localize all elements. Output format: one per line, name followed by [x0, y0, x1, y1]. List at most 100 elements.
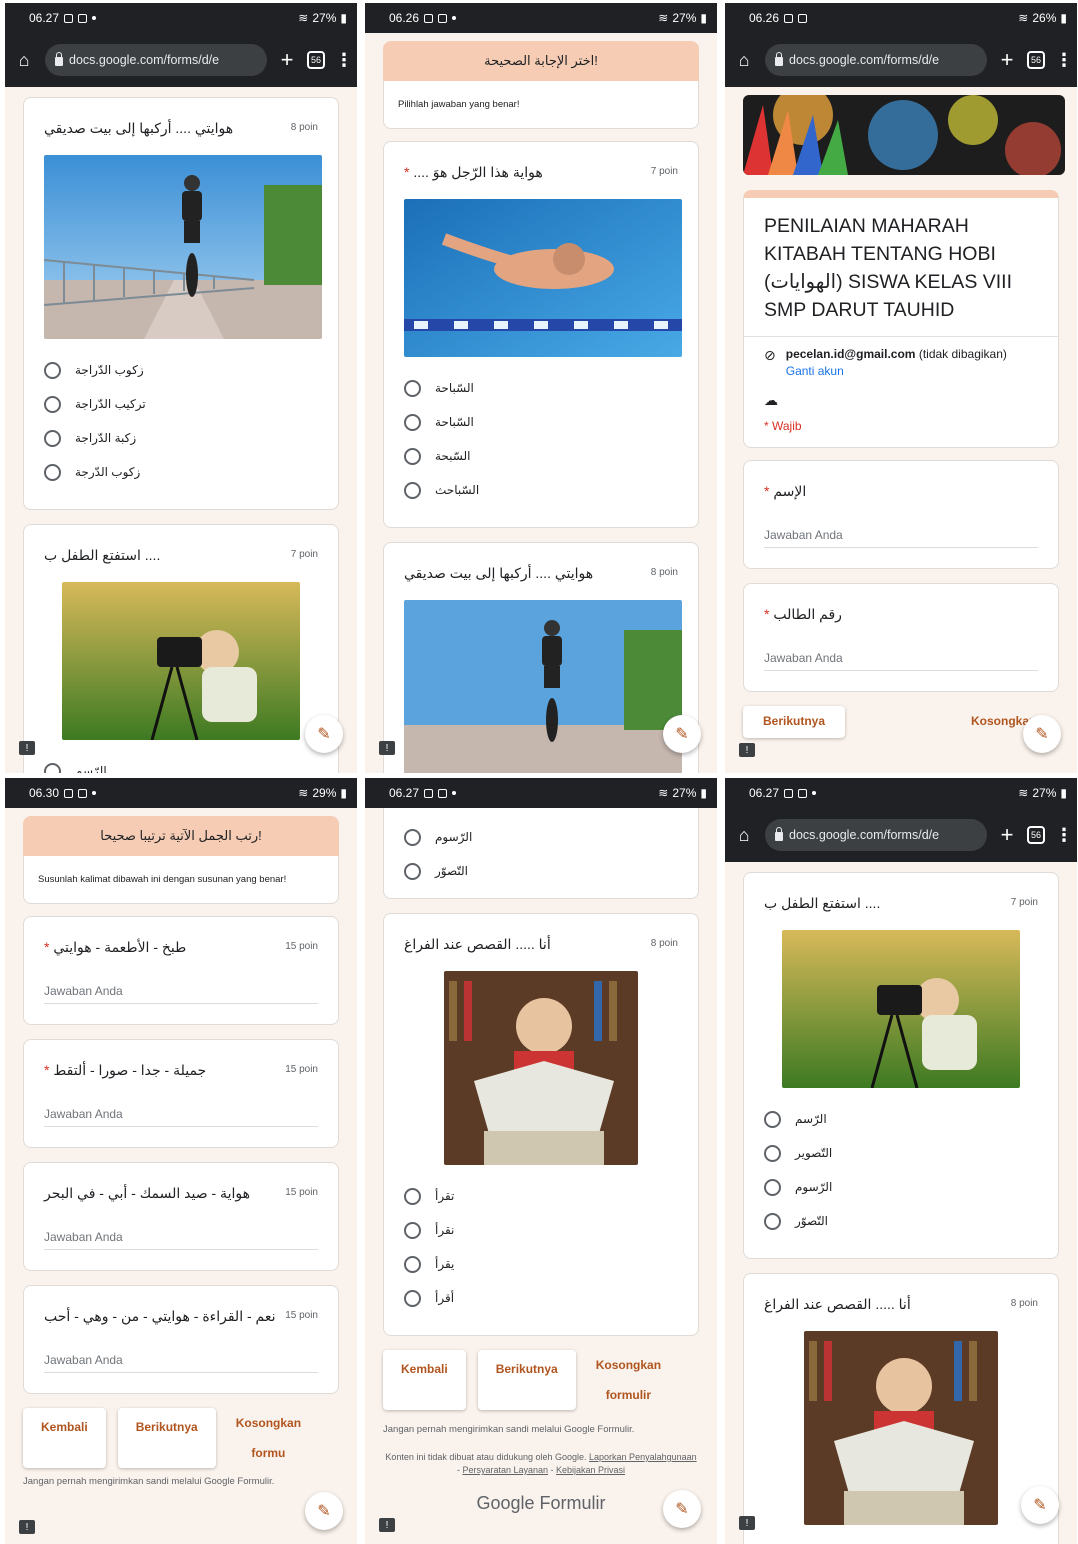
feedback-icon[interactable]: !: [379, 741, 395, 755]
radio-button[interactable]: [404, 379, 421, 397]
option[interactable]: السّباحة: [404, 371, 678, 405]
question-card: هواية - صيد السمك - أبي - في البحر 15 poi…: [23, 1162, 339, 1271]
option[interactable]: الرّسم: [44, 754, 318, 773]
privacy-link[interactable]: Kebijakan Privasi: [556, 1465, 625, 1475]
option[interactable]: أقرأ: [404, 1281, 678, 1315]
pencil-icon[interactable]: ✎: [305, 1492, 343, 1530]
question-card: هواية هذا الرّجل هوَ .... * 7 poin السّبا…: [383, 141, 699, 528]
option[interactable]: السّباحث: [404, 473, 678, 507]
home-icon[interactable]: ⌂: [733, 50, 755, 71]
home-icon[interactable]: ⌂: [13, 50, 35, 71]
password-warning: Jangan pernah mengirimkan sandi melalui …: [23, 1476, 275, 1487]
radio-button[interactable]: [404, 1289, 421, 1307]
clock: 06.27: [749, 786, 780, 800]
answer-input[interactable]: Jawaban Anda: [764, 528, 1038, 548]
kebab-menu-icon[interactable]: ⋮: [335, 50, 353, 71]
radio-button[interactable]: [404, 1187, 421, 1205]
next-button[interactable]: Berikutnya: [477, 1350, 576, 1410]
pencil-icon[interactable]: ✎: [663, 715, 701, 753]
battery-icon: ▮: [340, 786, 347, 800]
radio-button[interactable]: [44, 762, 61, 773]
option[interactable]: زكبة الدّراجة: [44, 421, 318, 455]
phone-panel-6: 06.27 ≋ 27% ▮ ⌂ docs.google.com/forms/d/e …: [725, 778, 1077, 1544]
radio-button[interactable]: [44, 429, 61, 447]
status-bar: 06.30 ≋ 29% ▮: [5, 778, 357, 808]
feedback-icon[interactable]: !: [739, 743, 755, 757]
pencil-icon[interactable]: ✎: [1023, 715, 1061, 753]
next-button[interactable]: Berikutnya: [743, 706, 846, 738]
option[interactable]: الرّسوم: [404, 820, 678, 854]
question-card: جميلة - جدا - صورا - ألتقط * 15 poin Jawa…: [23, 1039, 339, 1148]
radio-button[interactable]: [404, 1255, 421, 1273]
back-button[interactable]: Kembali: [23, 1408, 106, 1468]
feedback-icon[interactable]: !: [19, 1520, 35, 1534]
pencil-icon[interactable]: ✎: [1021, 1486, 1059, 1524]
option[interactable]: الرّسم: [764, 1102, 1038, 1136]
radio-button[interactable]: [44, 361, 61, 379]
option[interactable]: زكوب الدّراجة: [44, 353, 318, 387]
tab-count[interactable]: 56: [1027, 51, 1045, 69]
radio-button[interactable]: [404, 1221, 421, 1239]
clear-form-button[interactable]: Kosongkan formulir: [588, 1350, 669, 1410]
address-bar[interactable]: docs.google.com/forms/d/e: [45, 44, 267, 76]
terms-link[interactable]: Persyaratan Layanan: [462, 1465, 548, 1475]
address-bar[interactable]: docs.google.com/forms/d/e: [765, 819, 987, 851]
next-button[interactable]: Berikutnya: [117, 1408, 216, 1468]
cyclist-image: [44, 155, 322, 339]
battery-icon: ▮: [700, 11, 707, 25]
tab-count[interactable]: 56: [307, 51, 325, 69]
option[interactable]: التّصوّر: [404, 854, 678, 888]
radio-button[interactable]: [44, 463, 61, 481]
option[interactable]: التّصوّر: [764, 1204, 1038, 1238]
option[interactable]: زكوب الدّرجة: [44, 455, 318, 489]
radio-button[interactable]: [404, 413, 421, 431]
switch-account-link[interactable]: Ganti akun: [786, 364, 1007, 378]
radio-button[interactable]: [764, 1178, 781, 1196]
pencil-icon[interactable]: ✎: [305, 715, 343, 753]
option[interactable]: نقرأ: [404, 1213, 678, 1247]
option[interactable]: التّصوير: [764, 1136, 1038, 1170]
option[interactable]: يقرأ: [404, 1247, 678, 1281]
question-points: 15 poin: [285, 1187, 318, 1198]
plus-icon[interactable]: +: [277, 47, 297, 73]
radio-button[interactable]: [764, 1212, 781, 1230]
answer-input[interactable]: Jawaban Anda: [44, 984, 318, 1004]
option[interactable]: تركيب الدّراجة: [44, 387, 318, 421]
plus-icon[interactable]: +: [997, 47, 1017, 73]
question-card: أنا ..... القصص عند الفراغ 8 poin تقرأ: [743, 1273, 1059, 1544]
question-points: 8 poin: [650, 567, 678, 578]
home-icon[interactable]: ⌂: [733, 825, 755, 846]
radio-button[interactable]: [404, 481, 421, 499]
answer-input[interactable]: Jawaban Anda: [44, 1107, 318, 1127]
kebab-menu-icon[interactable]: ⋮: [1055, 825, 1073, 846]
address-bar[interactable]: docs.google.com/forms/d/e: [765, 44, 987, 76]
feedback-icon[interactable]: !: [19, 741, 35, 755]
feedback-icon[interactable]: !: [739, 1516, 755, 1530]
radio-button[interactable]: [44, 395, 61, 413]
option[interactable]: تقرأ: [404, 1179, 678, 1213]
password-warning: Jangan pernah mengirimkan sandi melalui …: [383, 1424, 635, 1435]
option[interactable]: الرّسوم: [764, 1170, 1038, 1204]
tab-count[interactable]: 56: [1027, 826, 1045, 844]
back-button[interactable]: Kembali: [383, 1350, 466, 1410]
option[interactable]: السّبحة: [404, 439, 678, 473]
feedback-icon[interactable]: !: [379, 1518, 395, 1532]
answer-input[interactable]: Jawaban Anda: [764, 651, 1038, 671]
option[interactable]: السّباحة: [404, 405, 678, 439]
answer-input[interactable]: Jawaban Anda: [44, 1353, 318, 1373]
pencil-icon[interactable]: ✎: [663, 1490, 701, 1528]
radio-button[interactable]: [404, 862, 421, 880]
clock: 06.26: [389, 11, 420, 25]
radio-button[interactable]: [404, 828, 421, 846]
boy-reading-image: [444, 971, 638, 1165]
option[interactable]: تقرأ: [764, 1539, 1038, 1544]
radio-button[interactable]: [404, 447, 421, 465]
report-abuse-link[interactable]: Laporkan Penyalahgunaan: [589, 1452, 697, 1462]
radio-button[interactable]: [764, 1110, 781, 1128]
answer-input[interactable]: Jawaban Anda: [44, 1230, 318, 1250]
kebab-menu-icon[interactable]: ⋮: [1055, 50, 1073, 71]
clear-form-button[interactable]: Kosongkan formu: [228, 1408, 309, 1468]
radio-button[interactable]: [764, 1144, 781, 1162]
plus-icon[interactable]: +: [997, 822, 1017, 848]
google-forms-logo: Google Formulir: [476, 1493, 606, 1513]
